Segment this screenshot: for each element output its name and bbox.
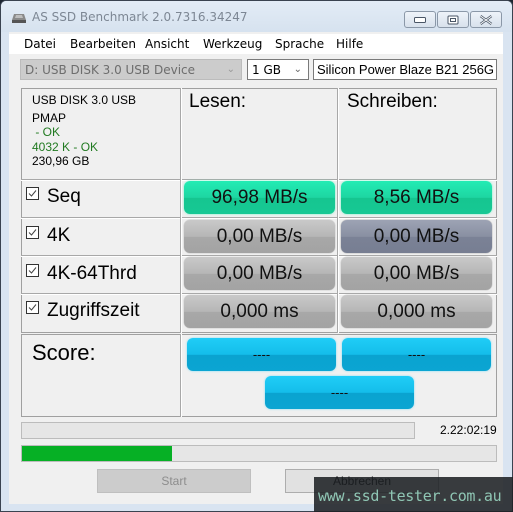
elapsed-time: 2.22:02:19 [440,423,497,437]
access-time-write-result: 0,000 ms [341,295,492,328]
menu-datei[interactable]: Datei [24,37,56,51]
4k64-read-result: 0,00 MB/s [184,257,335,290]
driver-status: - OK [32,125,61,139]
device-info: USB DISK 3.0 USB PMAP - OK 4032 K - OK 2… [32,93,136,169]
4k-write-result: 0,00 MB/s [341,220,492,253]
test-row-4k64: 4K-64Thrd [26,263,137,285]
drive-select-value: D: USB DISK 3.0 USB Device [25,63,196,77]
driver-name: PMAP [32,110,67,125]
maximize-button[interactable] [437,11,469,28]
test-row-4k: 4K [26,225,70,247]
4k-checkbox[interactable] [26,226,39,239]
window-title: AS SSD Benchmark 2.0.7316.34247 [32,10,248,24]
size-select-value: 1 GB [252,63,281,77]
divider [21,217,497,219]
4k-label: 4K [47,225,71,246]
seq-label: Seq [47,186,81,207]
checkmark-icon [28,304,37,311]
alignment-status: 4032 K - OK [32,139,99,154]
menu-ansicht[interactable]: Ansicht [145,37,189,51]
seq-read-result: 96,98 MB/s [184,181,335,214]
minimize-button[interactable] [404,11,436,28]
score-label: Score: [32,340,96,365]
close-button[interactable] [470,11,502,28]
overall-progress-fill [22,446,172,461]
minimize-icon [414,16,426,23]
menu-bearbeiten[interactable]: Bearbeiten [70,37,136,51]
4k64-label: 4K-64Thrd [47,263,137,284]
app-window: AS SSD Benchmark 2.0.7316.34247 Datei Be… [0,0,513,512]
read-score: ---- [187,338,336,371]
size-select[interactable]: 1 GB ⌄ [247,59,309,80]
divider [337,88,339,333]
access-time-checkbox[interactable] [26,301,39,314]
drive-select[interactable]: D: USB DISK 3.0 USB Device ⌄ [20,59,242,80]
menu-werkzeug[interactable]: Werkzeug [203,37,262,51]
chevron-down-icon: ⌄ [293,64,302,75]
access-time-read-result: 0,000 ms [184,295,335,328]
divider [180,88,182,333]
checkmark-icon [28,267,37,274]
watermark: www.ssd-tester.com.au [314,477,513,512]
total-score: ---- [265,376,414,409]
title-bar[interactable]: AS SSD Benchmark 2.0.7316.34247 [1,1,512,32]
4k64-checkbox[interactable] [26,264,39,277]
menu-sprache[interactable]: Sprache [275,37,324,51]
device-name-field[interactable]: Silicon Power Blaze B21 256G [313,59,497,80]
test-row-access-time: Zugriffszeit [26,300,140,322]
checkmark-icon [28,190,37,197]
chevron-down-icon: ⌄ [226,64,235,75]
divider [180,334,182,417]
4k64-write-result: 0,00 MB/s [341,257,492,290]
read-column-header: Lesen: [189,91,247,112]
capacity: 230,96 GB [32,154,90,168]
access-time-label: Zugriffszeit [47,300,140,321]
menu-hilfe[interactable]: Hilfe [336,37,363,51]
maximize-icon [447,15,459,24]
menu-bar: Datei Bearbeiten Ansicht Werkzeug Sprach… [9,34,503,54]
write-score: ---- [342,338,491,371]
test-row-seq: Seq [26,186,81,208]
test-progress-bar [21,422,415,439]
seq-write-result: 8,56 MB/s [341,181,492,214]
watermark-text: www.ssd-tester.com.au [318,487,502,505]
4k-read-result: 0,00 MB/s [184,220,335,253]
start-button[interactable]: Start [97,469,251,493]
write-column-header: Schreiben: [347,91,438,112]
seq-checkbox[interactable] [26,187,39,200]
device-model: USB DISK 3.0 USB [32,93,137,107]
checkmark-icon [28,229,37,236]
drive-icon [11,11,27,23]
close-icon [479,14,493,25]
overall-progress-bar [21,445,497,462]
